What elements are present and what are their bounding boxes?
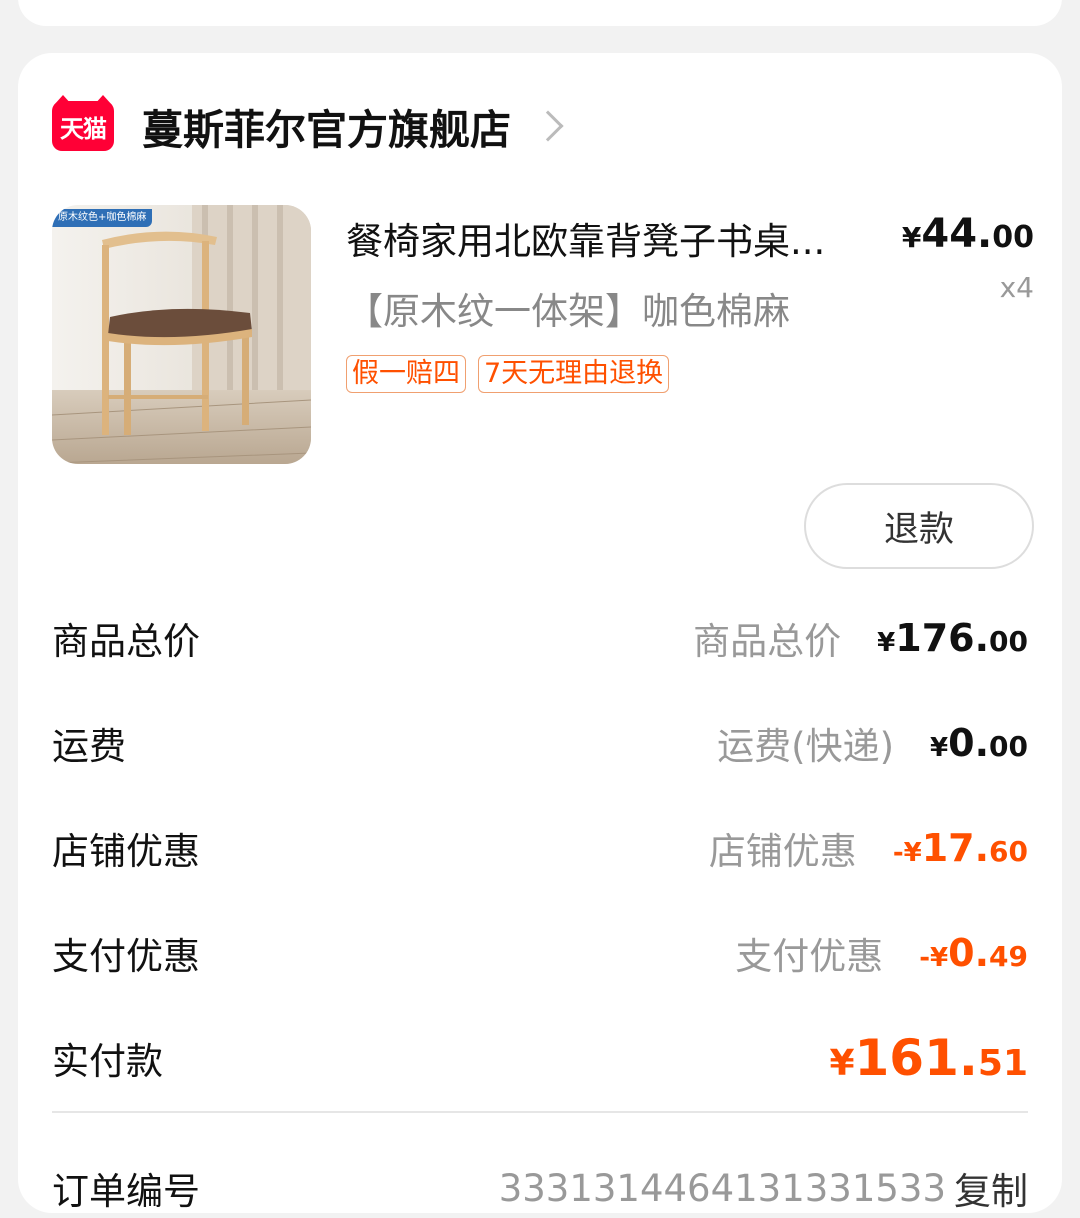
row-shop-discount: 店铺优惠 店铺优惠 -¥17.60	[52, 818, 1028, 878]
tag-7day-return: 7天无理由退换	[478, 355, 670, 393]
row-sub-label: 商品总价	[693, 620, 842, 663]
thumbnail-variant-tag: 原木纹色+咖色棉麻	[52, 209, 153, 227]
chevron-right-icon[interactable]	[532, 110, 564, 142]
row-amount: ¥176.00	[877, 616, 1028, 660]
currency-symbol: ¥	[930, 733, 949, 763]
row-shipping: 运费 运费(快递) ¥0.00	[52, 713, 1028, 773]
amount-integer: 161.	[854, 1029, 978, 1087]
amount-integer: 176.	[895, 616, 990, 660]
row-label: 支付优惠	[52, 935, 200, 978]
currency-symbol: ¥	[829, 1043, 855, 1084]
row-label: 运费	[52, 725, 126, 768]
tmall-logo: 天猫	[52, 95, 114, 151]
quantity: x4	[999, 271, 1034, 304]
row-actual-paid: 实付款 ¥161.51	[52, 1028, 1028, 1088]
row-label: 店铺优惠	[52, 830, 200, 873]
divider	[52, 1111, 1028, 1113]
row-amount: -¥17.60	[893, 826, 1028, 870]
order-number-label: 订单编号	[52, 1170, 200, 1213]
row-label: 实付款	[52, 1040, 163, 1083]
row-sub-label: 运费(快递)	[717, 725, 895, 768]
refund-button[interactable]: 退款	[804, 483, 1034, 569]
price-decimal: 00	[992, 220, 1034, 255]
minus-sign: -	[919, 943, 931, 973]
amount-integer: 17.	[921, 826, 990, 870]
service-tags: 假一赔四 7天无理由退换	[346, 355, 670, 393]
price-integer: 44.	[921, 211, 993, 257]
row-amount: ¥0.00	[930, 721, 1028, 765]
order-number: 3331314464131331533	[498, 1166, 946, 1210]
shop-name[interactable]: 蔓斯菲尔官方旗舰店	[142, 96, 511, 156]
tmall-badge-text: 天猫	[60, 114, 107, 143]
row-payment-discount: 支付优惠 支付优惠 -¥0.49	[52, 923, 1028, 983]
row-sub-label: 店铺优惠	[708, 830, 857, 873]
amount-decimal: 00	[989, 730, 1028, 763]
chair-image	[52, 205, 311, 464]
shop-header[interactable]: 天猫 蔓斯菲尔官方旗舰店	[52, 95, 564, 154]
copy-button[interactable]: 复制	[954, 1161, 1028, 1215]
row-goods-total: 商品总价 商品总价 ¥176.00	[52, 608, 1028, 668]
row-amount: -¥0.49	[919, 931, 1028, 975]
paid-amount: ¥161.51	[829, 1029, 1028, 1087]
tag-fake-compensation: 假一赔四	[346, 355, 466, 393]
amount-decimal: 49	[989, 940, 1028, 973]
row-sub-label: 支付优惠	[735, 935, 884, 978]
product-title[interactable]: 餐椅家用北欧靠背凳子书桌...	[346, 211, 876, 265]
amount-decimal: 60	[989, 835, 1028, 868]
previous-card	[18, 0, 1062, 26]
unit-price: ¥44.00	[902, 211, 1034, 257]
currency-symbol: ¥	[903, 838, 922, 868]
row-label: 商品总价	[52, 620, 200, 663]
amount-decimal: 51	[977, 1043, 1028, 1084]
product-thumbnail[interactable]: 原木纹色+咖色棉麻	[52, 205, 311, 464]
amount-integer: 0.	[948, 721, 990, 765]
currency-symbol: ¥	[901, 221, 922, 254]
order-card: 天猫 蔓斯菲尔官方旗舰店 原木纹色+咖色棉麻 餐椅家用北欧靠背凳子书桌... 【…	[18, 53, 1062, 1213]
minus-sign: -	[892, 838, 904, 868]
currency-symbol: ¥	[877, 628, 896, 658]
amount-integer: 0.	[948, 931, 990, 975]
amount-decimal: 00	[989, 625, 1028, 658]
currency-symbol: ¥	[930, 943, 949, 973]
product-sku: 【原木纹一体架】咖色棉麻	[346, 290, 790, 333]
order-number-row: 订单编号 3331314464131331533 复制	[52, 1158, 1028, 1218]
